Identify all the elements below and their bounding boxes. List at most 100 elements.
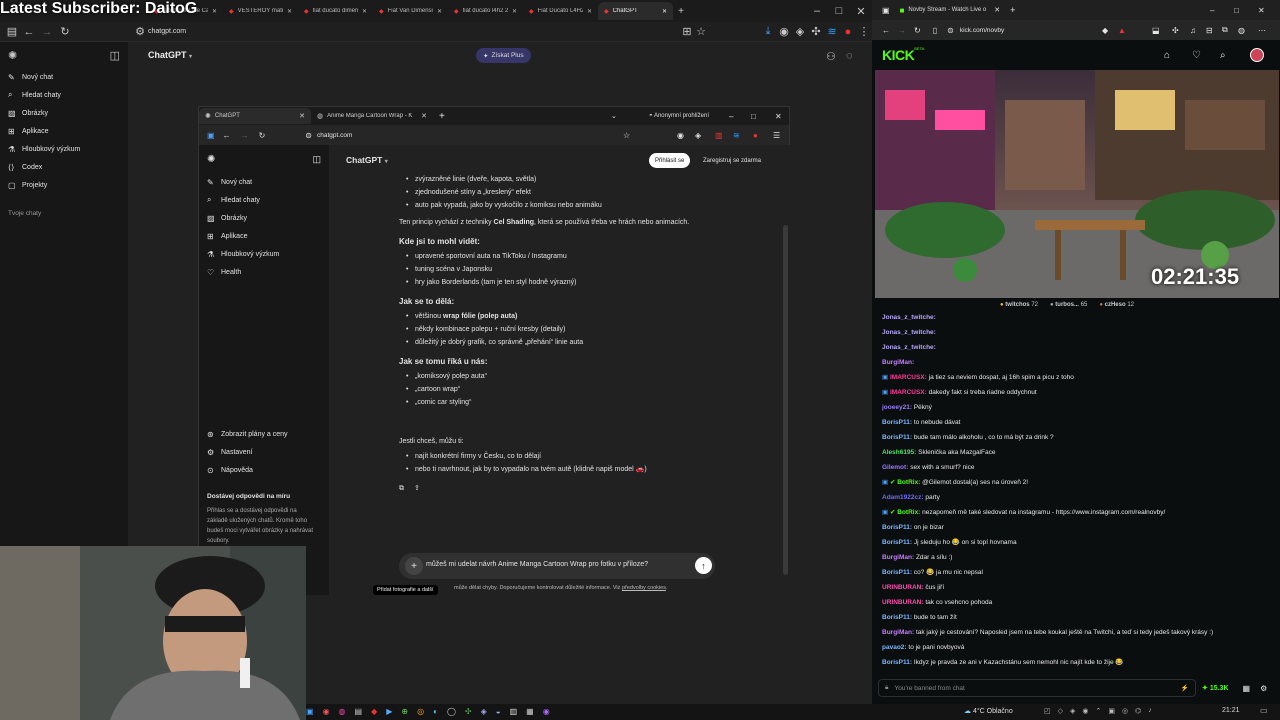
clock[interactable]: 21:21 bbox=[1222, 707, 1240, 714]
tray-icon[interactable]: ◉ bbox=[1082, 707, 1088, 715]
chat-username[interactable]: BotRix: bbox=[897, 509, 920, 516]
site-info-icon[interactable]: ⊜ bbox=[947, 26, 954, 35]
back-icon[interactable]: ← bbox=[20, 26, 38, 38]
chat-username[interactable]: BorisP11: bbox=[882, 434, 912, 441]
tab-close-icon[interactable]: ✕ bbox=[212, 8, 217, 15]
extension-icon[interactable]: ⧉ bbox=[1222, 25, 1228, 35]
stream-video-player[interactable]: 02:21:35 bbox=[875, 70, 1279, 298]
register-button[interactable]: Zaregistruj se zdarma bbox=[699, 153, 765, 168]
tray-icon[interactable]: ◰ bbox=[1044, 707, 1051, 715]
chat-username[interactable]: URINBURAN: bbox=[882, 599, 924, 606]
extension-icon[interactable]: ◉ bbox=[776, 25, 792, 38]
app-icon[interactable]: ⊕ bbox=[401, 707, 408, 716]
gift-icon[interactable]: ▦ bbox=[1243, 684, 1251, 693]
forward-icon[interactable]: → bbox=[38, 26, 56, 38]
tray-icon[interactable]: ⌃ bbox=[1096, 707, 1102, 715]
back-icon[interactable]: ← bbox=[223, 131, 231, 140]
tab-close-icon[interactable]: ✕ bbox=[512, 8, 517, 15]
inner-tab-anime[interactable]: ◍ Anime Manga Cartoon Wrap - K ✕ bbox=[311, 108, 433, 124]
chat-username[interactable]: IMARCUSX: bbox=[890, 374, 927, 381]
extension-icon[interactable]: ≋ bbox=[733, 131, 740, 140]
forward-icon[interactable]: → bbox=[241, 131, 249, 140]
inner-model-selector[interactable]: ChatGPT ▾ bbox=[346, 155, 388, 165]
chat-username[interactable]: Gilemot: bbox=[882, 464, 908, 471]
chat-username[interactable]: Jonas_z_twitche: bbox=[882, 329, 936, 336]
inner-sidebar-item[interactable]: ✎ Nový chat bbox=[199, 173, 329, 191]
tray-icon[interactable]: ◈ bbox=[1070, 707, 1075, 715]
chat-username[interactable]: Adam1922cz: bbox=[882, 494, 924, 501]
openai-logo-icon[interactable]: ✺ bbox=[8, 49, 17, 62]
extension-icon[interactable]: ≋ bbox=[824, 25, 840, 38]
extension-icon[interactable]: ⬓ bbox=[1152, 26, 1160, 35]
tab-close-icon[interactable]: ✕ bbox=[362, 8, 367, 15]
app-icon[interactable]: ◉ bbox=[323, 707, 330, 716]
store-icon[interactable]: ⌂ bbox=[1164, 50, 1170, 61]
record-icon[interactable]: ● bbox=[840, 26, 856, 38]
outer-sidebar-item[interactable]: ⌕ Hledat chaty bbox=[0, 86, 128, 104]
minimize-icon[interactable]: – bbox=[729, 112, 733, 121]
chat-username[interactable]: Jonas_z_twitche: bbox=[882, 344, 936, 351]
browser-tab[interactable]: ◆ Fiat Van Dimensio ✕ bbox=[373, 2, 448, 20]
copy-icon[interactable]: ⧉ bbox=[399, 482, 404, 495]
chat-username[interactable]: BorisP11: bbox=[882, 659, 912, 666]
browser-tab[interactable]: ◆ fiat ducato dimen ✕ bbox=[298, 2, 373, 20]
app-icon[interactable]: ◍ bbox=[339, 707, 346, 716]
forward-icon[interactable]: → bbox=[898, 26, 906, 35]
maximize-icon[interactable]: □ bbox=[1234, 6, 1239, 15]
volume-icon[interactable]: ♪ bbox=[1148, 707, 1152, 715]
tab-close-icon[interactable]: ✕ bbox=[587, 8, 592, 15]
temporary-chat-icon[interactable]: ◌ bbox=[846, 50, 853, 62]
chat-input[interactable]: 🔒︎ You're banned from chat ⚡ bbox=[878, 679, 1196, 697]
tab-close-icon[interactable]: ✕ bbox=[299, 112, 305, 120]
inner-sidebar-bottom-item[interactable]: ⊛ Zobrazit plány a ceny bbox=[199, 425, 329, 443]
extension-icon[interactable]: ◆ bbox=[1102, 26, 1108, 35]
sidebar-toggle-icon[interactable]: ◫ bbox=[312, 154, 321, 165]
chat-username[interactable]: Alesh6195: bbox=[882, 449, 916, 456]
tab-search-icon[interactable]: ⌄ bbox=[611, 112, 617, 120]
chat-username[interactable]: BurgiMan: bbox=[882, 554, 914, 561]
minimize-icon[interactable]: – bbox=[1210, 6, 1214, 15]
app-icon[interactable]: ▦ bbox=[526, 707, 534, 716]
new-tab-icon[interactable]: + bbox=[673, 6, 689, 17]
chat-username[interactable]: IMARCUSX: bbox=[890, 389, 927, 396]
browser-tab[interactable]: ◆VESTERÖY matrac ✕ bbox=[223, 2, 298, 20]
close-icon[interactable]: ✕ bbox=[850, 5, 872, 18]
outer-sidebar-item[interactable]: ⊞ Aplikace bbox=[0, 122, 128, 140]
record-icon[interactable]: ● bbox=[753, 131, 758, 140]
chat-username[interactable]: Jonas_z_twitche: bbox=[882, 314, 936, 321]
extension-icon[interactable]: ⊟ bbox=[1206, 26, 1213, 35]
share-icon[interactable]: ⇪ bbox=[414, 482, 420, 495]
chat-username[interactable]: BurgiMan: bbox=[882, 629, 914, 636]
app-icon[interactable]: ◆ bbox=[371, 707, 377, 716]
menu-icon[interactable]: ⋮ bbox=[856, 25, 872, 38]
follow-heart-icon[interactable]: ♡ bbox=[1192, 50, 1201, 61]
inner-sidebar-item[interactable]: ⌕ Hledat chaty bbox=[199, 191, 329, 209]
new-tab-icon[interactable]: + bbox=[1010, 5, 1015, 15]
chat-username[interactable]: BotRix: bbox=[897, 479, 920, 486]
download-icon[interactable]: ⤓ bbox=[760, 25, 776, 38]
inner-url-field[interactable]: chatgpt.com bbox=[317, 132, 352, 139]
app-icon[interactable]: ◐ bbox=[433, 707, 438, 716]
app-icon[interactable]: ▶ bbox=[386, 707, 392, 716]
inner-sidebar-bottom-item[interactable]: ⚙ Nastavení bbox=[199, 443, 329, 461]
sidebar-toggle-icon[interactable]: ◫ bbox=[110, 49, 120, 62]
kick-url-field[interactable]: kick.com/novby bbox=[960, 27, 1004, 34]
maximize-icon[interactable]: □ bbox=[751, 112, 756, 121]
inner-sidebar-bottom-item[interactable]: ⊙ Nápověda bbox=[199, 461, 329, 479]
composer-input[interactable]: můžeš mi udelat návrh Anime Manga Cartoo… bbox=[426, 561, 648, 568]
extension-icon[interactable]: ♫ bbox=[1190, 26, 1196, 35]
menu-icon[interactable]: ⋯ bbox=[1258, 26, 1266, 35]
tab-actions-icon[interactable]: ▣ bbox=[882, 6, 890, 15]
close-icon[interactable]: ✕ bbox=[775, 112, 782, 121]
app-icon[interactable]: ◉ bbox=[543, 707, 550, 716]
translate-icon[interactable]: ⊞ bbox=[680, 25, 694, 38]
tab-close-icon[interactable]: ✕ bbox=[287, 8, 292, 15]
chat-username[interactable]: jooeey21: bbox=[882, 404, 912, 411]
inner-tab-chatgpt[interactable]: ✺ ChatGPT ✕ bbox=[199, 108, 311, 124]
my-chats-heading[interactable]: Tvoje chaty bbox=[0, 194, 128, 217]
kick-logo[interactable]: KICK bbox=[882, 47, 915, 63]
chat-username[interactable]: BurgiMan: bbox=[882, 359, 914, 366]
browser-tab[interactable]: ◆ ChatGPT ✕ bbox=[598, 2, 673, 20]
puzzle-icon[interactable]: ✣ bbox=[808, 25, 824, 38]
inner-sidebar-item[interactable]: ♡ Health bbox=[199, 263, 329, 281]
